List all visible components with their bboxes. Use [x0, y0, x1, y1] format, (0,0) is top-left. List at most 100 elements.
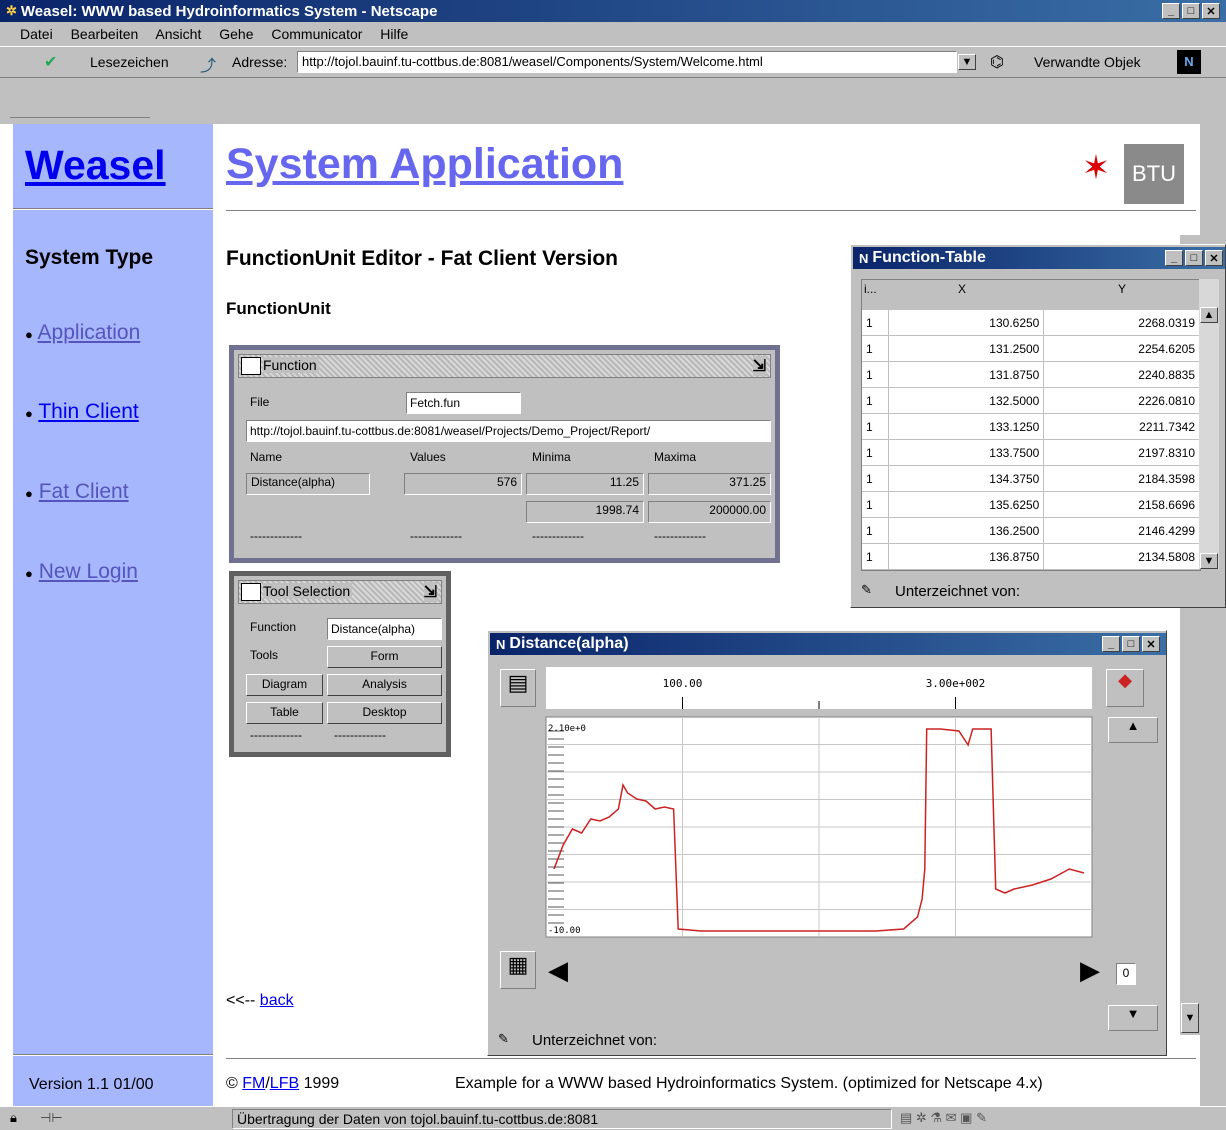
- address-input[interactable]: http://tojol.bauinf.tu-cottbus.de:8081/w…: [297, 51, 957, 73]
- table-view-button[interactable]: ▤: [500, 669, 536, 707]
- location-toolbar: ✔ Lesezeichen ⤴ Adresse: http://tojol.ba…: [0, 46, 1226, 78]
- sidebar-item-application[interactable]: ● Application: [25, 321, 140, 345]
- sidebar-item-label[interactable]: Fat Client: [39, 480, 129, 503]
- diagram-v-scrollbar[interactable]: ▲ ▼: [1106, 717, 1158, 1031]
- zoom-spinner[interactable]: 0: [1116, 963, 1136, 985]
- sidebar-item-thin-client[interactable]: ● Thin Client: [25, 400, 139, 424]
- name-field[interactable]: Distance(alpha): [246, 473, 370, 495]
- restore-icon[interactable]: ⇲: [752, 356, 766, 376]
- col-header-i[interactable]: i...: [864, 282, 886, 296]
- close-button[interactable]: ✕: [1202, 3, 1220, 19]
- scroll-down-button[interactable]: ▼: [1108, 1005, 1158, 1031]
- btu-badge: BTU: [1124, 144, 1184, 204]
- version-label: Version 1.1 01/00: [29, 1076, 154, 1093]
- diagram-titlebar[interactable]: N Distance(alpha) _ □ ✕: [490, 633, 1166, 655]
- fm-link[interactable]: FM: [242, 1075, 265, 1092]
- maximize-button[interactable]: □: [1182, 3, 1200, 19]
- table-row[interactable]: 1 130.6250 2268.0319: [862, 310, 1200, 336]
- table-scrollbar[interactable]: ▲ ▼: [1199, 279, 1219, 569]
- tools-label: Tools: [250, 648, 279, 662]
- cell-x: 133.1250: [888, 413, 1045, 440]
- toolbar-tabs[interactable]: [10, 110, 150, 118]
- cell-y: 2197.8310: [1043, 439, 1200, 466]
- minimize-button[interactable]: _: [1165, 250, 1183, 266]
- col-values: Values: [410, 450, 446, 464]
- scroll-up-button[interactable]: ▲: [1200, 307, 1218, 323]
- table-row[interactable]: 1 133.7500 2197.8310: [862, 439, 1200, 466]
- menu-communicator[interactable]: Communicator: [271, 26, 362, 42]
- dash-row: -------------: [250, 529, 302, 543]
- tool-panel: Tool Selection ⇲ Function Distance(alpha…: [229, 571, 451, 757]
- table-row[interactable]: 1 136.2500 2146.4299: [862, 517, 1200, 544]
- cell-x: 131.8750: [888, 361, 1045, 388]
- lfb-link[interactable]: LFB: [270, 1075, 299, 1092]
- form-button[interactable]: Form: [327, 646, 442, 668]
- table-row[interactable]: 1 133.1250 2211.7342: [862, 413, 1200, 440]
- sidebar-item-new-login[interactable]: ● New Login: [25, 560, 138, 584]
- sidebar-item-label[interactable]: New Login: [39, 560, 138, 583]
- menu-hilfe[interactable]: Hilfe: [380, 26, 408, 42]
- function-panel-titlebar[interactable]: Function ⇲: [238, 354, 771, 378]
- address-dropdown-button[interactable]: ▼: [958, 54, 976, 70]
- menu-datei[interactable]: Datei: [20, 26, 53, 42]
- table-row[interactable]: 1 132.5000 2226.0810: [862, 387, 1200, 414]
- minima-field-1[interactable]: 11.25: [526, 473, 644, 495]
- sidebar-item-fat-client[interactable]: ● Fat Client: [25, 480, 129, 504]
- maxima-field-2[interactable]: 200000.00: [648, 501, 771, 523]
- footer-credits: © FM/LFB 1999: [226, 1075, 339, 1093]
- sidebar-item-label[interactable]: Thin Client: [38, 400, 138, 423]
- scroll-down-button[interactable]: ▼: [1200, 553, 1218, 569]
- cell-x: 131.2500: [888, 335, 1045, 362]
- window-titlebar: ✲ Weasel: WWW based Hydroinformatics Sys…: [0, 0, 1226, 22]
- related-button[interactable]: Verwandte Objek: [1034, 54, 1141, 70]
- table-row[interactable]: 1 131.2500 2254.6205: [862, 335, 1200, 362]
- url-input[interactable]: http://tojol.bauinf.tu-cottbus.de:8081/w…: [246, 420, 771, 442]
- netscape-n-icon: N: [1177, 50, 1201, 74]
- maximize-button[interactable]: □: [1122, 636, 1140, 652]
- analysis-button[interactable]: Analysis: [327, 674, 442, 696]
- table-button[interactable]: Table: [246, 702, 323, 724]
- y-tick-label-bottom: -10.00: [548, 926, 581, 936]
- col-header-y[interactable]: Y: [1118, 282, 1126, 296]
- component-icons: ▤ ✲ ⚗ ✉ ▣ ✎: [900, 1110, 987, 1125]
- minima-field-2[interactable]: 1998.74: [526, 501, 644, 523]
- sidebar-logo[interactable]: Weasel: [25, 142, 166, 189]
- close-button[interactable]: ✕: [1205, 250, 1223, 266]
- color-picker-button[interactable]: ◆: [1106, 669, 1144, 707]
- menu-bearbeiten[interactable]: Bearbeiten: [71, 26, 139, 42]
- scroll-down-button[interactable]: ▼: [1181, 1003, 1199, 1033]
- grid-toggle-button[interactable]: ▦: [500, 951, 536, 989]
- file-input[interactable]: Fetch.fun: [406, 392, 521, 414]
- copyright-symbol: ©: [226, 1075, 243, 1092]
- menu-gehe[interactable]: Gehe: [219, 26, 253, 42]
- menu-ansicht[interactable]: Ansicht: [155, 26, 201, 42]
- minimize-button[interactable]: _: [1162, 3, 1180, 19]
- scroll-up-button[interactable]: ▲: [1108, 717, 1158, 743]
- footer-divider: [226, 1058, 1196, 1060]
- values-field[interactable]: 576: [404, 473, 522, 495]
- maximize-button[interactable]: □: [1185, 250, 1203, 266]
- file-label: File: [250, 395, 270, 409]
- bookmarks-button[interactable]: Lesezeichen: [90, 54, 169, 70]
- desktop-button[interactable]: Desktop: [327, 702, 442, 724]
- maxima-field-1[interactable]: 371.25: [648, 473, 771, 495]
- restore-icon[interactable]: ⇲: [423, 582, 437, 602]
- cell-y: 2146.4299: [1043, 517, 1200, 544]
- cell-index: 1: [862, 517, 889, 544]
- diagram-button[interactable]: Diagram: [246, 674, 323, 696]
- table-row[interactable]: 1 134.3750 2184.3598: [862, 465, 1200, 492]
- table-row[interactable]: 1 135.6250 2158.6696: [862, 491, 1200, 518]
- col-header-x[interactable]: X: [958, 282, 966, 296]
- function-panel-title: Function: [263, 357, 319, 373]
- sidebar-item-label[interactable]: Application: [38, 321, 141, 344]
- minimize-button[interactable]: _: [1102, 636, 1120, 652]
- tool-panel-titlebar[interactable]: Tool Selection ⇲: [238, 580, 442, 604]
- close-button[interactable]: ✕: [1142, 636, 1160, 652]
- table-row[interactable]: 1 136.8750 2134.5808: [862, 543, 1200, 570]
- content-subheading: FunctionUnit: [226, 299, 331, 318]
- table-row[interactable]: 1 131.8750 2240.8835: [862, 361, 1200, 388]
- function-table-titlebar[interactable]: N Function-Table _ □ ✕: [853, 247, 1225, 269]
- table-status-bar: ✎ Unterzeichnet von:: [855, 579, 1223, 605]
- function-input[interactable]: Distance(alpha): [327, 618, 442, 640]
- back-link[interactable]: back: [260, 992, 294, 1009]
